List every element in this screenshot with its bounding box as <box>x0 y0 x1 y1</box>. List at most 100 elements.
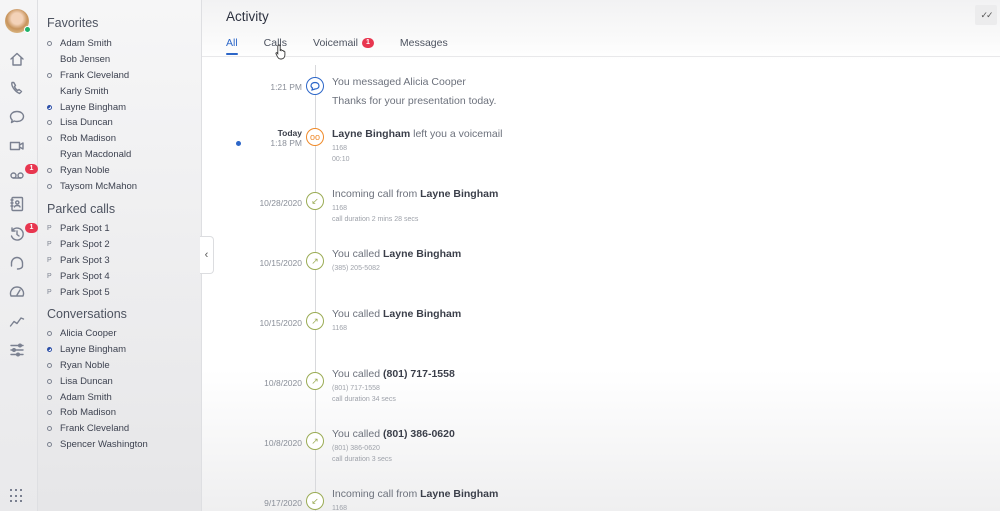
voicemail-icon[interactable] <box>7 165 27 185</box>
contacts-sidebar: Favorites Adam Smith Bob Jensen Frank Clev… <box>38 0 202 511</box>
presence-offline-icon <box>47 362 60 368</box>
list-item[interactable]: Ryan Macdonald <box>47 147 197 163</box>
favorites-list: Adam Smith Bob Jensen Frank Cleveland Karly… <box>47 36 197 194</box>
activity-tabs: All Calls Voicemail 1 Messages <box>226 37 474 55</box>
list-item[interactable]: Rob Madison <box>47 131 197 147</box>
contact-name: Adam Smith <box>60 391 112 403</box>
list-item[interactable]: Layne Bingham <box>47 99 197 115</box>
tab-label: All <box>226 37 238 49</box>
video-icon[interactable] <box>7 136 27 156</box>
mark-all-read-button[interactable]: ✓✓ <box>975 5 997 25</box>
contact-name: Lisa Duncan <box>60 117 113 129</box>
list-item[interactable]: Frank Cleveland <box>47 421 197 437</box>
activity-headline: You called (801) 386-0620 <box>332 428 455 440</box>
tab-all[interactable]: All <box>226 37 238 55</box>
list-item[interactable]: P Park Spot 4 <box>47 268 197 284</box>
history-icon[interactable] <box>7 224 27 244</box>
list-item[interactable]: P Park Spot 2 <box>47 237 197 253</box>
contact-name: Frank Cleveland <box>60 69 130 81</box>
activity-headline: You called (801) 717-1558 <box>332 368 455 380</box>
list-item[interactable]: P Park Spot 5 <box>47 284 197 300</box>
activity-date: 10/8/2020 <box>264 438 302 448</box>
contact-name: Ryan Noble <box>60 359 110 371</box>
chat-icon[interactable] <box>7 107 27 127</box>
park-icon: P <box>47 272 52 280</box>
activity-date: 10/15/2020 <box>259 258 302 268</box>
contact-name: Lisa Duncan <box>60 375 113 387</box>
tab-voicemail[interactable]: Voicemail 1 <box>313 37 374 49</box>
list-item[interactable]: Bob Jensen <box>47 52 197 68</box>
list-item[interactable]: Lisa Duncan <box>47 373 197 389</box>
phone-icon[interactable] <box>7 78 27 98</box>
contact-name: Karly Smith <box>60 85 109 97</box>
activity-detail: (385) 205-5082 <box>332 265 380 272</box>
activity-detail: call duration 2 mins 28 secs <box>332 216 419 223</box>
contact-name: Bob Jensen <box>60 54 111 66</box>
activity-headline: You called Layne Bingham <box>332 308 462 320</box>
incoming-call-icon: ↙ <box>306 492 324 510</box>
conversations-heading: Conversations <box>47 307 127 321</box>
dashboard-gauge-icon[interactable] <box>7 282 27 302</box>
list-item[interactable]: Layne Bingham <box>47 342 197 358</box>
conversations-list: Alicia Cooper Layne Bingham Ryan Noble Lisa… <box>47 326 197 452</box>
list-item[interactable]: Rob Madison <box>47 405 197 421</box>
home-icon[interactable] <box>7 49 27 69</box>
activity-date: Today 1:18 PM <box>270 128 302 148</box>
presence-offline-icon <box>47 441 60 447</box>
contact-name: Ryan Macdonald <box>60 148 132 160</box>
list-item[interactable]: Adam Smith <box>47 389 197 405</box>
settings-sliders-icon[interactable] <box>7 340 27 360</box>
activity-headline: Layne Bingham left you a voicemail <box>332 128 503 140</box>
contact-name: Park Spot 1 <box>60 223 110 235</box>
activity-date: 9/17/2020 <box>264 498 302 508</box>
tab-label: Messages <box>399 37 448 49</box>
activity-headline: You messaged Alicia Cooper <box>332 76 466 88</box>
presence-offline-icon <box>47 410 60 416</box>
collapse-sidebar-button[interactable]: ‹ <box>200 236 214 274</box>
presence-offline-icon <box>47 331 60 337</box>
parked-calls-list: P Park Spot 1 P Park Spot 2 P Park Spot 3 P Par… <box>47 221 197 300</box>
list-item[interactable]: P Park Spot 1 <box>47 221 197 237</box>
list-item[interactable]: P Park Spot 3 <box>47 253 197 269</box>
activity-detail: (801) 717-1558 <box>332 385 380 392</box>
presence-away-icon <box>47 347 60 353</box>
incoming-call-icon: ↙ <box>306 192 324 210</box>
app-grid-icon[interactable] <box>10 489 24 503</box>
page-title: Activity <box>226 9 269 24</box>
activity-date: 1:21 PM <box>270 82 302 92</box>
list-item[interactable]: Spencer Washington <box>47 437 197 453</box>
contact-name: Taysom McMahon <box>60 180 138 192</box>
park-icon: P <box>47 256 52 264</box>
activity-detail: 1168 <box>332 325 348 332</box>
parked-calls-heading: Parked calls <box>47 202 116 216</box>
list-item[interactable]: Ryan Noble <box>47 358 197 374</box>
unread-indicator-dot <box>236 141 241 146</box>
list-item[interactable]: Taysom McMahon <box>47 178 197 194</box>
list-item[interactable]: Alicia Cooper <box>47 326 197 342</box>
presence-online-indicator <box>24 26 31 33</box>
list-item[interactable]: Ryan Noble <box>47 162 197 178</box>
contact-name: Layne Bingham <box>60 344 127 356</box>
headset-icon[interactable] <box>7 253 27 273</box>
contact-name: Park Spot 5 <box>60 286 110 298</box>
list-item[interactable]: Karly Smith <box>47 83 197 99</box>
contact-name: Adam Smith <box>60 38 112 50</box>
contact-name: Alicia Cooper <box>60 328 117 340</box>
tab-messages[interactable]: Messages <box>400 37 448 49</box>
presence-offline-icon <box>47 183 60 189</box>
presence-offline-icon <box>47 72 60 78</box>
list-item[interactable]: Adam Smith <box>47 36 197 52</box>
activity-date: 10/28/2020 <box>259 198 302 208</box>
analytics-chart-icon[interactable] <box>7 311 27 331</box>
message-icon <box>306 77 324 95</box>
list-item[interactable]: Frank Cleveland <box>47 68 197 84</box>
contact-name: Frank Cleveland <box>60 423 130 435</box>
contacts-icon[interactable] <box>7 194 27 214</box>
contact-name: Spencer Washington <box>60 438 148 450</box>
activity-headline: Incoming call from Layne Bingham <box>332 488 499 500</box>
activity-detail: call duration 3 secs <box>332 456 392 463</box>
outgoing-call-icon: ↗ <box>306 312 324 330</box>
user-avatar[interactable] <box>5 9 31 33</box>
presence-offline-icon <box>47 167 60 173</box>
list-item[interactable]: Lisa Duncan <box>47 115 197 131</box>
